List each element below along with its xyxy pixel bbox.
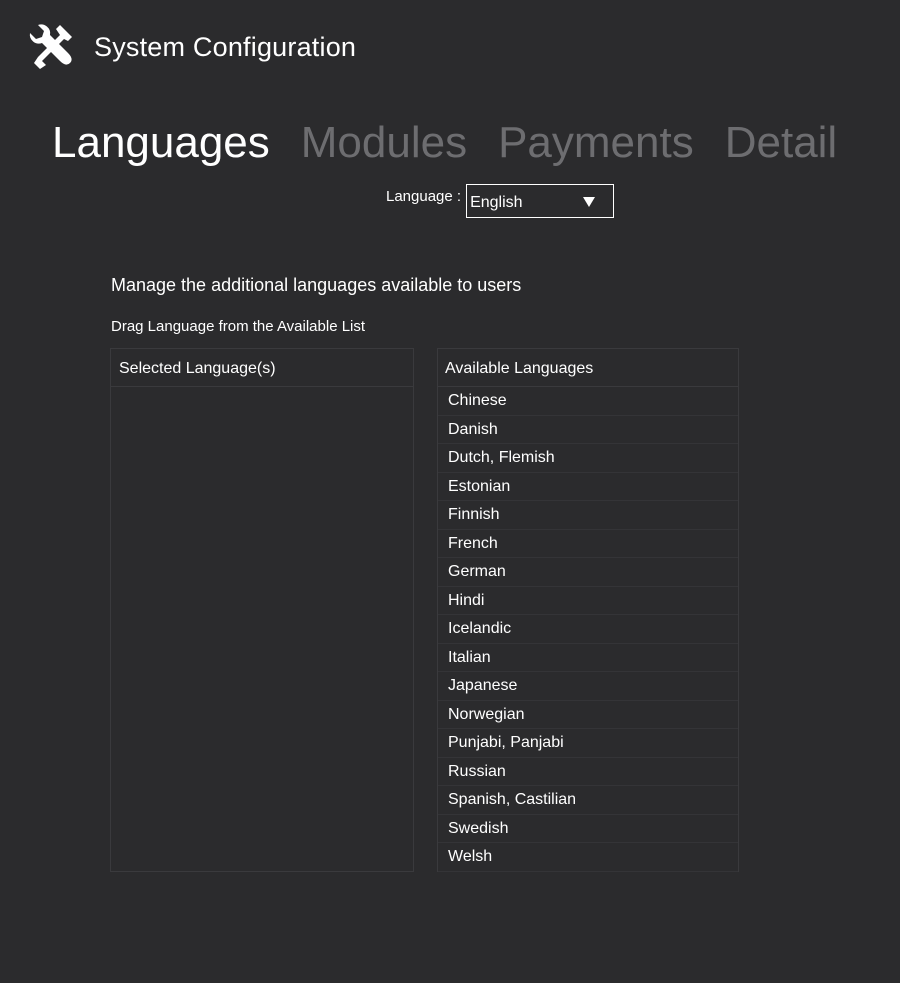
- tools-icon: [26, 23, 74, 71]
- list-item[interactable]: Dutch, Flemish: [438, 444, 738, 473]
- language-dropdown[interactable]: English: [466, 184, 615, 218]
- list-item[interactable]: Japanese: [438, 672, 738, 701]
- selected-languages-panel[interactable]: Selected Language(s): [110, 348, 414, 872]
- tab-detail[interactable]: Detail: [725, 113, 838, 173]
- available-languages-panel: Available Languages Chinese Danish Dutch…: [437, 348, 739, 872]
- language-label: Language :: [386, 188, 462, 205]
- app-header: System Configuration: [26, 22, 356, 72]
- language-dropdown-value: English: [470, 194, 523, 211]
- list-item[interactable]: French: [438, 530, 738, 558]
- manage-description: Manage the additional languages availabl…: [111, 275, 522, 295]
- drag-instruction: Drag Language from the Available List: [111, 318, 366, 335]
- selected-languages-header: Selected Language(s): [111, 349, 413, 387]
- list-item[interactable]: Chinese: [438, 387, 738, 416]
- available-languages-list: Chinese Danish Dutch, Flemish Estonian F…: [438, 387, 738, 872]
- available-languages-header: Available Languages: [438, 349, 738, 387]
- list-item[interactable]: Estonian: [438, 473, 738, 501]
- list-item[interactable]: Finnish: [438, 501, 738, 530]
- list-item[interactable]: Icelandic: [438, 615, 738, 644]
- list-item[interactable]: Italian: [438, 644, 738, 672]
- language-selector-row: Language : English: [386, 184, 615, 218]
- app-title: System Configuration: [94, 31, 357, 62]
- tab-modules[interactable]: Modules: [301, 113, 467, 173]
- tab-languages[interactable]: Languages: [52, 113, 270, 173]
- list-item[interactable]: Spanish, Castilian: [438, 786, 738, 815]
- tab-payments[interactable]: Payments: [498, 113, 694, 173]
- list-item[interactable]: Danish: [438, 416, 738, 444]
- list-item[interactable]: German: [438, 558, 738, 587]
- list-item[interactable]: Russian: [438, 758, 738, 786]
- list-item[interactable]: Norwegian: [438, 701, 738, 729]
- list-item[interactable]: Swedish: [438, 815, 738, 843]
- config-tabs: Languages Modules Payments Detail: [52, 113, 868, 173]
- dropdown-arrow-icon: [583, 197, 596, 207]
- list-item[interactable]: Welsh: [438, 843, 738, 872]
- list-item[interactable]: Hindi: [438, 587, 738, 615]
- list-item[interactable]: Punjabi, Panjabi: [438, 729, 738, 758]
